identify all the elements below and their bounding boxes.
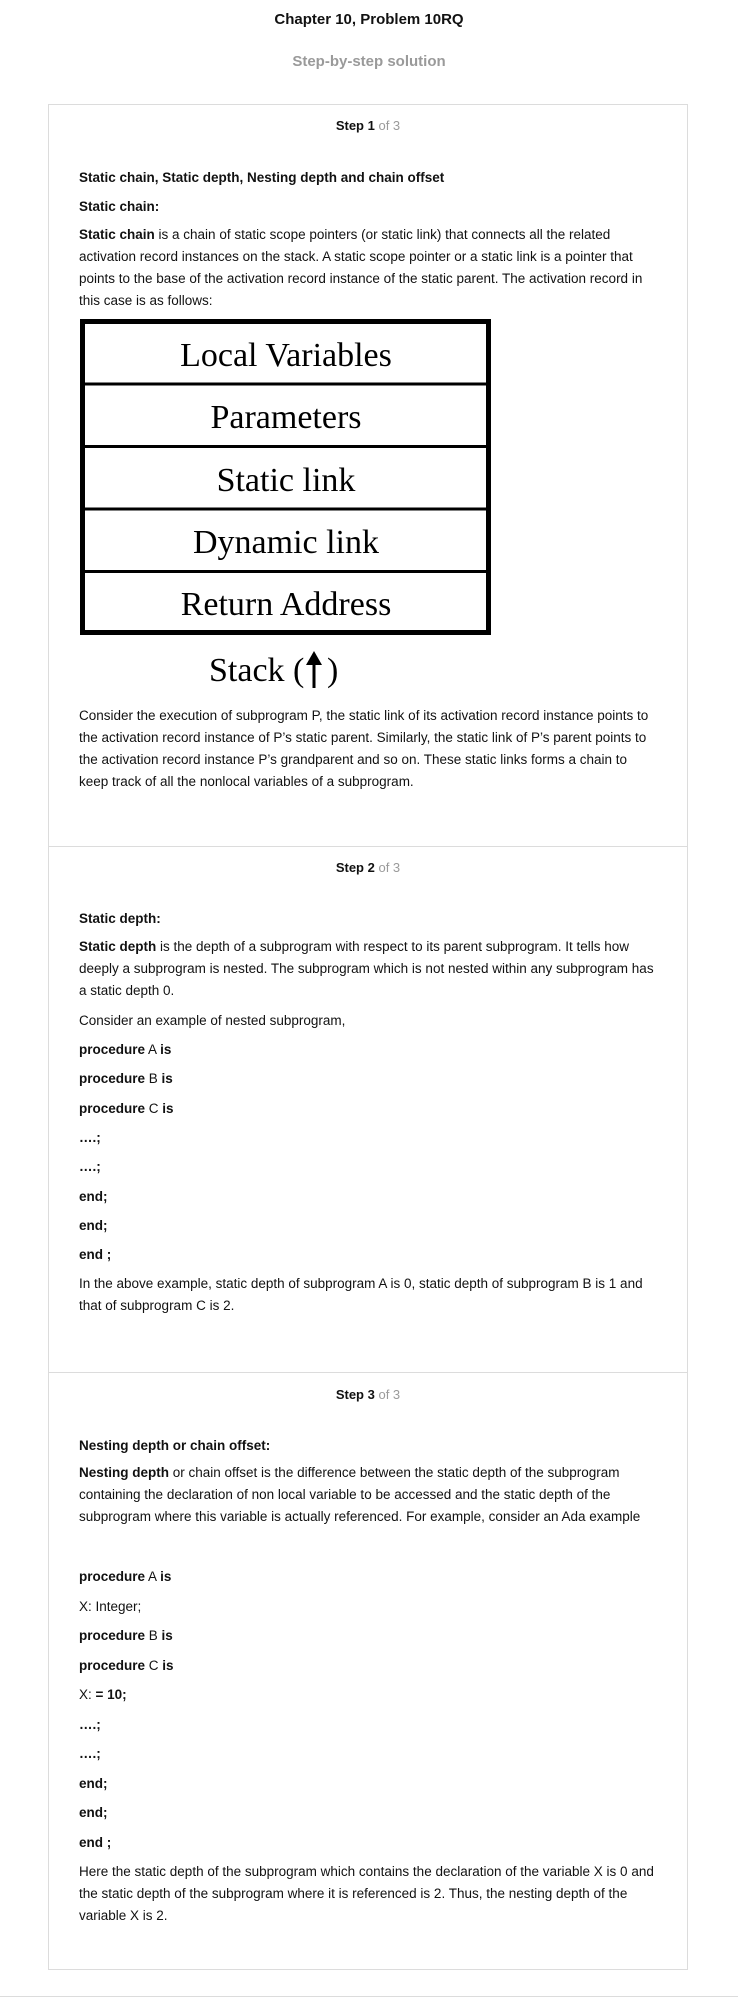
step-2-subheading: Static depth: [79,911,161,926]
step-1-conclusion: Consider the execution of subprogram P, … [79,708,649,789]
step-2-definition: Static depth is the depth of a subprogra… [79,936,659,1002]
step-1-header: Step 1 of 3 [49,118,687,133]
step-1-subheading: Static chain: [79,199,160,214]
step-3-subheading: Nesting depth or chain offset: [79,1438,271,1453]
code-line: procedure B is [79,1071,173,1086]
step-1-heading: Static chain, Static depth, Nesting dept… [79,170,445,185]
step-3-of: of 3 [378,1387,401,1402]
record-row-parameters: Parameters [210,399,361,436]
stack-caption: Stack ( ) [209,648,399,696]
up-arrow-icon [306,651,322,688]
record-row-return-address: Return Address [181,586,392,623]
code-line: ….; [79,1717,101,1732]
code-line: ….; [79,1130,101,1145]
step-2-label: Step 2 [335,860,375,875]
code-line: ….; [79,1159,101,1174]
code-line: ….; [79,1746,101,1761]
step-3-label: Step 3 [335,1387,375,1402]
record-row-static-link: Static link [217,462,356,499]
step-3-header: Step 3 of 3 [49,1387,687,1402]
code-line: procedure C is [79,1658,174,1673]
step-1-label: Step 1 [335,118,375,133]
step-2-conclusion: In the above example, static depth of su… [79,1276,643,1313]
code-line: end; [79,1776,108,1791]
step-3-definition: Nesting depth or chain offset is the dif… [79,1462,659,1528]
solution-card: Step 1 of 3 Static chain, Static depth, … [48,104,688,1970]
step-2-term: Static depth [79,939,157,954]
code-line: procedure A is [79,1569,172,1584]
code-line: end; [79,1189,108,1204]
page-title: Chapter 10, Problem 10RQ [274,11,464,28]
page-subtitle: Step-by-step solution [292,53,446,70]
stack-caption-graphic: Stack ( ) [209,651,338,689]
step-1-term: Static chain [79,227,155,242]
code-line: procedure C is [79,1101,174,1116]
code-line: end; [79,1805,108,1820]
step-3-term: Nesting depth [79,1465,169,1480]
code-line: end; [79,1218,108,1233]
record-row-local-variables: Local Variables [180,337,392,374]
step-2-header: Step 2 of 3 [49,860,687,875]
step-2-definition-text: is the depth of a subprogram with respec… [79,939,654,998]
step-2-intro: Consider an example of nested subprogram… [79,1013,346,1028]
step-2-of: of 3 [378,860,401,875]
code-line: end ; [79,1247,112,1262]
step-1-definition: Static chain is a chain of static scope … [79,224,659,312]
code-line: X: = 10; [79,1687,127,1702]
activation-record-frame: Local Variables Parameters Static link D… [80,319,491,635]
page-bottom-divider [0,1996,738,1997]
step-divider [49,846,687,847]
code-line: X: Integer; [79,1599,142,1614]
step-1-definition-text: is a chain of static scope pointers (or … [79,227,643,308]
stack-caption-text: Stack ( [209,652,304,689]
stack-caption-end: ) [327,652,338,689]
step-divider [49,1372,687,1373]
code-line: procedure A is [79,1042,172,1057]
step-3-conclusion: Here the static depth of the subprogram … [79,1864,654,1923]
code-line: end ; [79,1835,112,1850]
step-1-of: of 3 [378,118,401,133]
code-line: procedure B is [79,1628,173,1643]
activation-record-rows: Local Variables Parameters Static link D… [79,319,493,635]
record-row-dynamic-link: Dynamic link [193,524,379,561]
